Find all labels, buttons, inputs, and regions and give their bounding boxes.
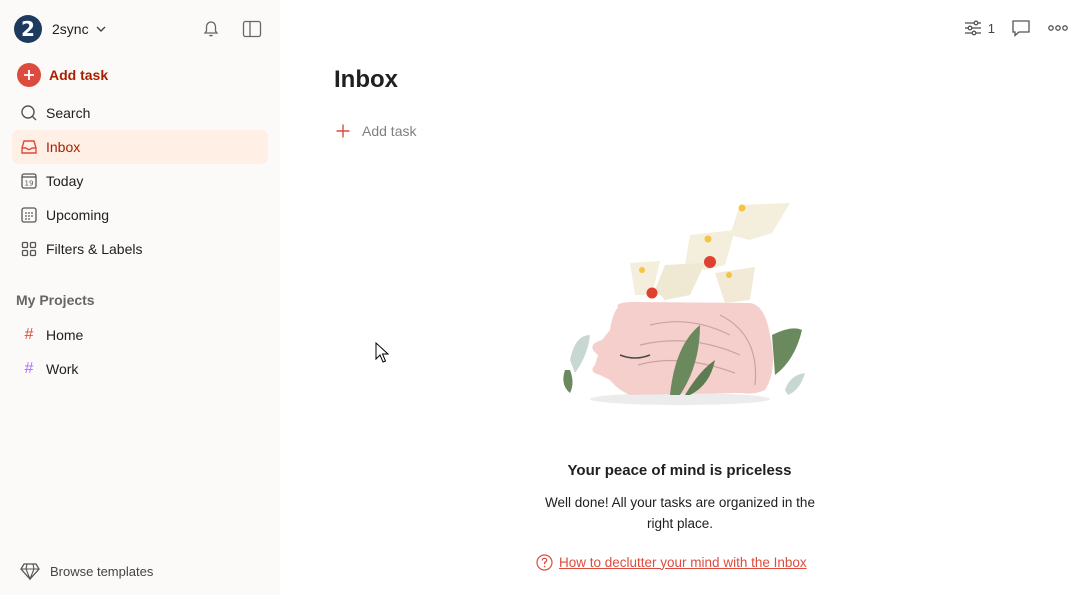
sidebar-item-inbox[interactable]: Inbox: [12, 130, 268, 164]
account-switcher[interactable]: 2 2sync: [14, 14, 107, 44]
sidebar-item-today[interactable]: 19 Today: [12, 164, 268, 198]
account-name: 2sync: [52, 21, 89, 37]
chevron-down-icon: [96, 26, 106, 32]
browse-templates-link[interactable]: Browse templates: [20, 560, 153, 582]
project-item-work[interactable]: # Work: [12, 352, 268, 386]
view-actions: 1: [964, 14, 1069, 42]
help-circle-icon: [536, 553, 553, 571]
my-projects-heading[interactable]: My Projects: [16, 292, 95, 308]
calendar-grid-icon: [20, 206, 38, 224]
comment-icon: [1012, 20, 1030, 37]
plus-icon: [336, 124, 350, 138]
comments-button[interactable]: [1011, 19, 1031, 37]
browse-templates-label: Browse templates: [50, 563, 154, 579]
calendar-today-icon: 19: [20, 172, 38, 190]
sidebar-header: 2 2sync: [0, 0, 280, 58]
hash-icon: #: [24, 326, 34, 343]
plus-circle-icon: [17, 63, 41, 87]
inline-add-task-button[interactable]: Add task: [336, 119, 416, 143]
sidebar-item-upcoming[interactable]: Upcoming: [12, 198, 268, 232]
empty-state-text: Well done! All your tasks are organized …: [545, 495, 815, 531]
sidebar: 2 2sync Add task Search Inbox 19 Today U…: [0, 0, 280, 595]
add-task-button[interactable]: Add task: [12, 61, 268, 89]
main-content: 1 Inbox Add task Your peace of mind is p…: [280, 0, 1079, 595]
sidebar-item-label: Upcoming: [46, 207, 110, 223]
notifications-bell-icon[interactable]: [197, 15, 225, 43]
peaceful-head-illustration: [563, 203, 805, 405]
help-link[interactable]: How to declutter your mind with the Inbo…: [536, 552, 807, 572]
more-options-button[interactable]: [1047, 24, 1069, 32]
project-label: Home: [46, 327, 84, 343]
project-label: Work: [46, 361, 79, 377]
add-task-label: Add task: [49, 67, 109, 83]
grid-icon: [20, 240, 38, 258]
gem-icon: [20, 563, 40, 581]
inbox-icon: [20, 138, 38, 156]
page-title: Inbox: [334, 66, 398, 93]
help-link-label: How to declutter your mind with the Inbo…: [559, 554, 807, 570]
mouse-cursor-icon: [375, 342, 389, 363]
project-item-home[interactable]: # Home: [12, 318, 268, 352]
hash-icon: #: [24, 360, 34, 377]
sidebar-item-label: Today: [46, 173, 84, 189]
view-count: 1: [987, 20, 995, 36]
more-dots-icon: [1048, 25, 1068, 31]
avatar: 2: [14, 15, 42, 43]
sidebar-item-filters-labels[interactable]: Filters & Labels: [12, 232, 268, 266]
sidebar-item-label: Inbox: [46, 139, 81, 155]
sidebar-item-search[interactable]: Search: [12, 96, 268, 130]
sidebar-item-label: Filters & Labels: [46, 241, 143, 257]
add-task-label: Add task: [362, 123, 417, 139]
sidebar-item-label: Search: [46, 105, 91, 121]
toggle-sidebar-icon[interactable]: [238, 15, 266, 43]
view-options-button[interactable]: 1: [964, 20, 995, 36]
svg-text:19: 19: [25, 180, 34, 188]
search-icon: [20, 104, 38, 122]
empty-state-title: Your peace of mind is priceless: [567, 462, 792, 479]
sliders-icon: [964, 20, 981, 36]
